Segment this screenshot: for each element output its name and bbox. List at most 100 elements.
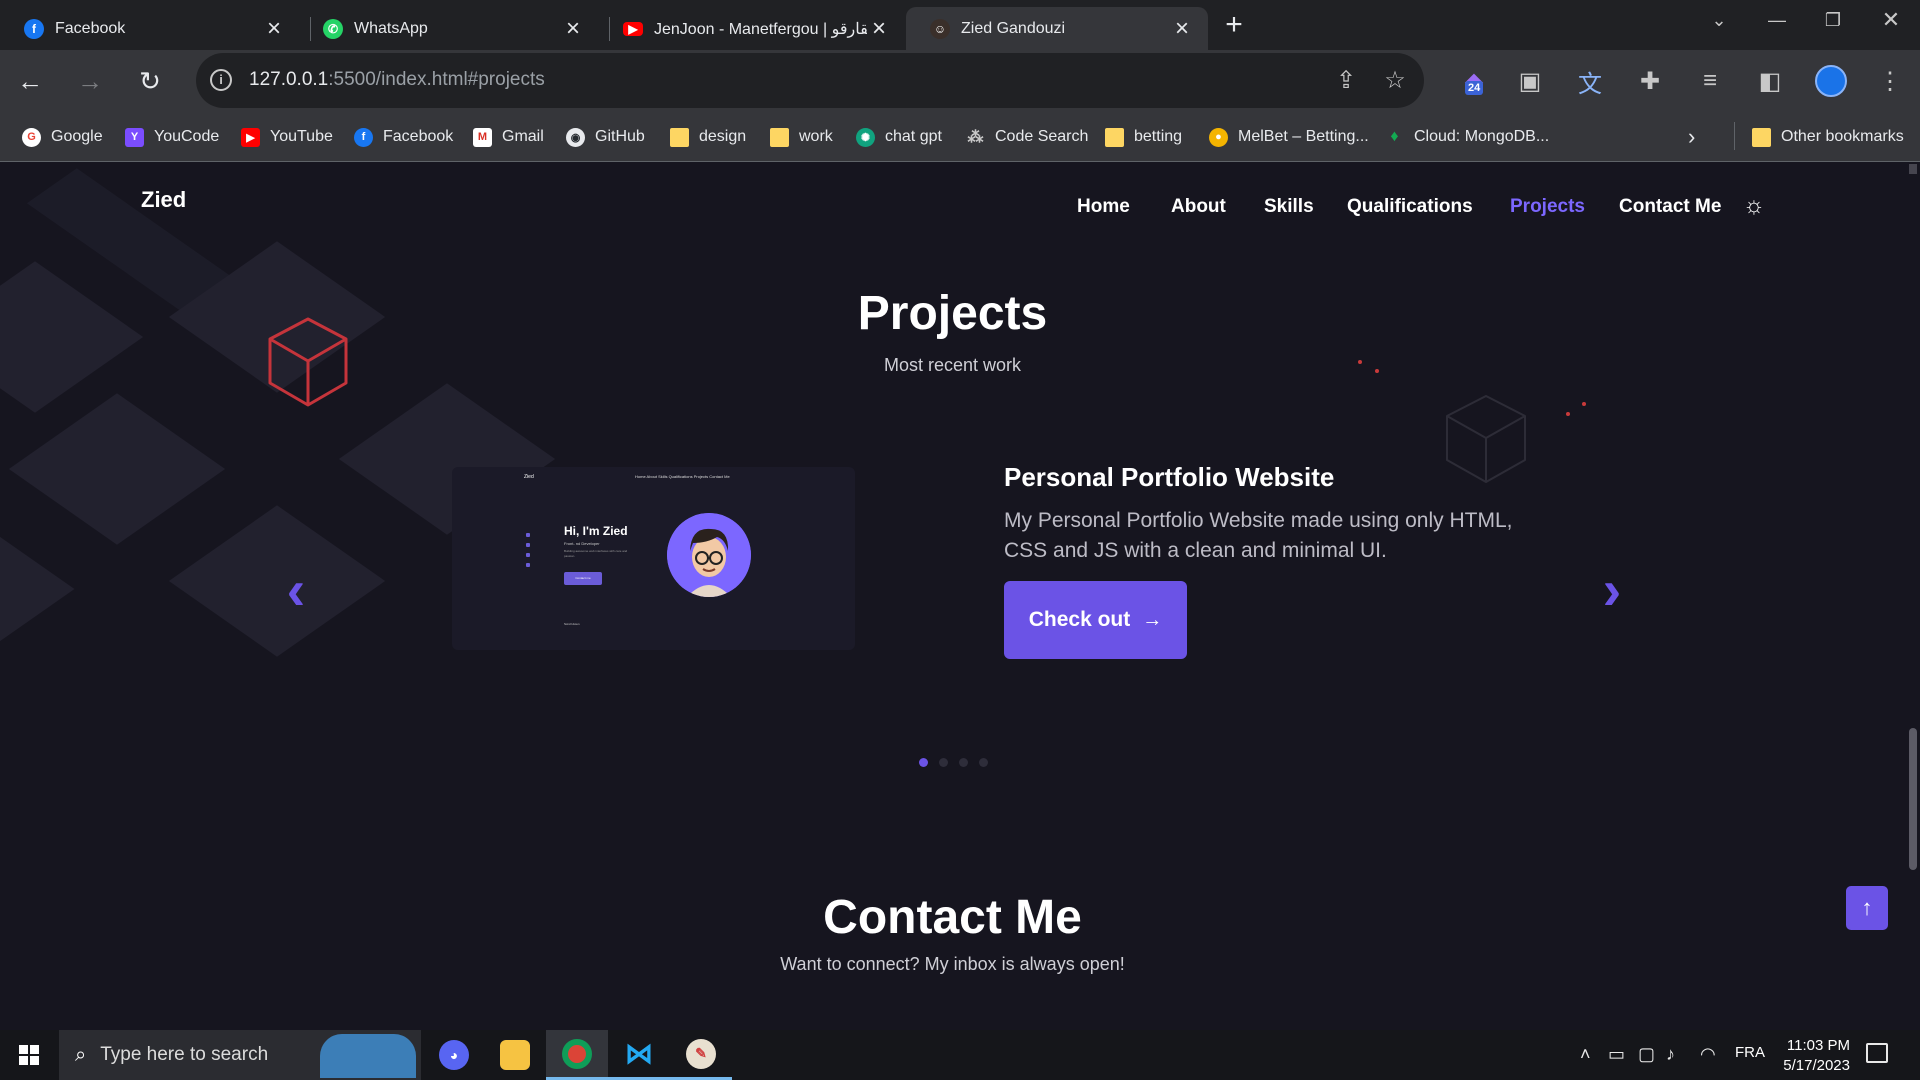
tab-zied-gandouzi[interactable]: ☺ Zied Gandouzi × <box>906 7 1208 50</box>
close-window-button[interactable]: ✕ <box>1866 4 1916 36</box>
theme-toggle-sun-icon[interactable]: ☼ <box>1742 194 1766 218</box>
back-button[interactable]: ← <box>12 63 48 99</box>
bookmark-folder-design[interactable]: design <box>670 124 746 150</box>
bookmark-gmail[interactable]: M Gmail <box>473 124 544 150</box>
folder-icon <box>670 127 689 147</box>
share-icon[interactable]: ⇪ <box>1332 67 1360 95</box>
media-control-icon[interactable]: ≡ <box>1692 63 1728 99</box>
check-out-button[interactable]: Check out → <box>1004 581 1187 659</box>
carousel-dot[interactable] <box>959 758 968 767</box>
youcode-icon: Y <box>125 127 144 147</box>
file-explorer-icon <box>500 1040 530 1070</box>
bookmark-youtube[interactable]: ▶ YouTube <box>241 124 333 150</box>
scrollbar-up-arrow[interactable] <box>1909 164 1917 174</box>
google-icon: G <box>22 127 41 147</box>
taskbar-app-discord[interactable]: ◕ <box>423 1030 485 1080</box>
search-highlight-illustration <box>320 1034 416 1078</box>
avatar-icon: ☺ <box>930 18 950 39</box>
minimize-button[interactable]: — <box>1752 4 1802 36</box>
close-icon[interactable]: × <box>867 15 891 42</box>
check-out-label: Check out <box>1028 608 1131 631</box>
scrollbar-thumb[interactable] <box>1909 728 1917 870</box>
extensions-puzzle-icon[interactable]: ✚ <box>1632 63 1668 99</box>
bookmark-youcode[interactable]: Y YouCode <box>125 124 219 150</box>
project-description: My Personal Portfolio Website made using… <box>1004 509 1513 562</box>
meet-now-icon[interactable]: ▢ <box>1638 1044 1655 1065</box>
taskbar-app-chrome[interactable] <box>546 1030 608 1080</box>
url-text[interactable]: 127.0.0.1:5500/index.html#projects <box>249 69 545 91</box>
close-icon[interactable]: × <box>1170 15 1194 42</box>
carousel-next-chevron-icon[interactable]: › <box>1592 562 1632 618</box>
nav-link-skills[interactable]: Skills <box>1264 196 1314 218</box>
volume-icon[interactable]: ♪ <box>1666 1044 1675 1065</box>
bookmark-github[interactable]: ◉ GitHub <box>566 124 645 150</box>
youtube-icon: ▶ <box>241 127 260 147</box>
site-logo[interactable]: Zied <box>141 187 186 213</box>
project-thumbnail: Zied Home About Skills Qualifications Pr… <box>452 467 855 650</box>
facebook-icon: f <box>24 18 44 39</box>
bookmark-chat-gpt[interactable]: ✺ chat gpt <box>856 124 942 150</box>
nav-link-qualifications[interactable]: Qualifications <box>1347 196 1473 218</box>
close-icon[interactable]: × <box>262 15 286 42</box>
notification-center-icon[interactable] <box>1866 1043 1888 1063</box>
extension-badge: 24 <box>1465 81 1484 95</box>
bookmark-facebook[interactable]: f Facebook <box>354 124 453 150</box>
taskbar-app-file-explorer[interactable] <box>484 1030 546 1080</box>
tray-overflow-chevron-icon[interactable]: ˄ <box>1580 1044 1591 1065</box>
bookmarks-separator <box>1734 122 1735 150</box>
address-bar[interactable]: i 127.0.0.1:5500/index.html#projects ⇪ ☆ <box>196 53 1424 108</box>
reload-button[interactable]: ↻ <box>132 63 168 99</box>
bookmark-mongodb[interactable]: ♦ Cloud: MongoDB... <box>1385 124 1549 150</box>
taskbar-clock[interactable]: 11:03 PM 5/17/2023 <box>1760 1036 1850 1076</box>
wifi-icon[interactable]: ◠ <box>1700 1044 1716 1065</box>
background-tile <box>0 524 75 654</box>
tab-title: WhatsApp <box>354 19 428 37</box>
bookmark-google[interactable]: G Google <box>22 124 103 150</box>
start-button[interactable] <box>0 1030 58 1080</box>
tab-title: Facebook <box>55 19 126 37</box>
discord-icon: ◕ <box>439 1040 469 1070</box>
tab-whatsapp[interactable]: ✆ WhatsApp × <box>299 7 599 50</box>
picture-in-picture-icon[interactable]: ▣ <box>1512 63 1548 99</box>
bookmark-code-search[interactable]: ⁂ Code Search <box>966 124 1089 150</box>
windows-logo-icon <box>19 1045 39 1065</box>
nav-link-contact-me[interactable]: Contact Me <box>1619 196 1721 218</box>
profile-avatar[interactable] <box>1815 65 1847 97</box>
nav-link-home[interactable]: Home <box>1077 196 1130 218</box>
nav-link-projects[interactable]: Projects <box>1510 196 1585 218</box>
carousel-dot[interactable] <box>939 758 948 767</box>
tab-title: Zied Gandouzi <box>961 19 1066 37</box>
tab-youtube[interactable]: ▶ JenJoon - Manetfergou | عقارقو × <box>599 7 905 50</box>
chrome-icon <box>562 1038 592 1069</box>
taskbar-app-vscode[interactable]: ⋈ <box>608 1030 670 1080</box>
nav-link-about[interactable]: About <box>1171 196 1226 218</box>
scroll-up-arrow-icon[interactable]: ↑ <box>1846 886 1888 930</box>
tab-facebook[interactable]: f Facebook × <box>0 7 300 50</box>
carousel-prev-chevron-icon[interactable]: ‹ <box>276 562 316 618</box>
page-scrollbar[interactable] <box>1905 162 1920 1030</box>
close-icon[interactable]: × <box>561 15 585 42</box>
new-tab-button[interactable]: + <box>1219 10 1249 40</box>
carousel-dot[interactable] <box>919 758 928 767</box>
bookmark-folder-other[interactable]: Other bookmarks <box>1752 124 1904 150</box>
bookmark-folder-betting[interactable]: betting <box>1105 124 1182 150</box>
bookmarks-overflow-chevron-icon[interactable]: › <box>1688 124 1695 150</box>
bookmark-melbet[interactable]: ● MelBet – Betting... <box>1209 124 1369 150</box>
browser-toolbar: ← → ↻ i 127.0.0.1:5500/index.html#projec… <box>0 50 1920 112</box>
restore-button[interactable]: ❐ <box>1808 4 1858 36</box>
translate-icon[interactable]: 文 <box>1572 63 1608 99</box>
side-panel-icon[interactable]: ◧ <box>1752 63 1788 99</box>
menu-kebab-icon[interactable]: ⋮ <box>1872 63 1908 99</box>
taskbar-app-paint[interactable]: ✎ <box>670 1030 732 1080</box>
site-info-icon[interactable]: i <box>210 69 232 91</box>
decorative-dot <box>1566 412 1570 416</box>
carousel-dot[interactable] <box>979 758 988 767</box>
paint-icon: ✎ <box>686 1038 716 1069</box>
portfolio-page: Zied Home About Skills Qualifications Pr… <box>0 162 1905 1030</box>
tab-search-icon[interactable]: ⌄ <box>1694 4 1744 36</box>
vscode-icon: ⋈ <box>625 1038 653 1069</box>
battery-icon[interactable]: ▭ <box>1608 1044 1625 1065</box>
bookmark-folder-work[interactable]: work <box>770 124 833 150</box>
bookmark-star-icon[interactable]: ☆ <box>1381 67 1409 95</box>
forward-button[interactable]: → <box>72 63 108 99</box>
